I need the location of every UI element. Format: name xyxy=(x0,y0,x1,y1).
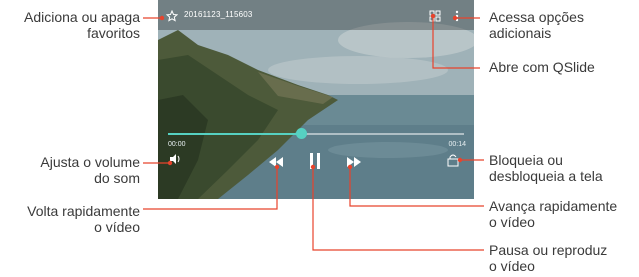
callout-qslide: Abre com QSlide xyxy=(489,59,595,75)
callout-more-options: Acessa opções adicionais xyxy=(489,9,584,41)
callout-more-options-line1: Acessa opções xyxy=(489,9,584,25)
callout-volume: Ajusta o volume do som xyxy=(40,154,140,186)
callout-rewind-line1: Volta rapidamente xyxy=(27,203,140,219)
callout-lock-line2: desbloqueia a tela xyxy=(489,168,603,184)
callout-favorites: Adiciona ou apaga favoritos xyxy=(24,9,140,41)
callout-favorites-line2: favoritos xyxy=(87,25,140,41)
callout-play-pause-line2: o vídeo xyxy=(489,258,535,274)
callout-forward: Avança rapidamente o vídeo xyxy=(489,198,617,230)
callout-lines xyxy=(143,13,484,251)
callout-rewind-line2: o vídeo xyxy=(94,219,140,235)
callout-volume-line1: Ajusta o volume xyxy=(40,154,140,170)
callout-favorites-line1: Adiciona ou apaga xyxy=(24,9,140,25)
callout-forward-line2: o vídeo xyxy=(489,214,535,230)
callout-rewind: Volta rapidamente o vídeo xyxy=(27,203,140,235)
callout-more-options-line2: adicionais xyxy=(489,25,552,41)
callout-play-pause-line1: Pausa ou reproduz xyxy=(489,242,608,258)
callout-lock-line1: Bloqueia ou xyxy=(489,152,563,168)
callout-play-pause: Pausa ou reproduz o vídeo xyxy=(489,242,607,274)
callout-lock: Bloqueia ou desbloqueia a tela xyxy=(489,152,603,184)
callout-forward-line1: Avança rapidamente xyxy=(489,198,618,214)
callout-qslide-line1: Abre com QSlide xyxy=(489,59,595,75)
callout-volume-line2: do som xyxy=(94,170,140,186)
